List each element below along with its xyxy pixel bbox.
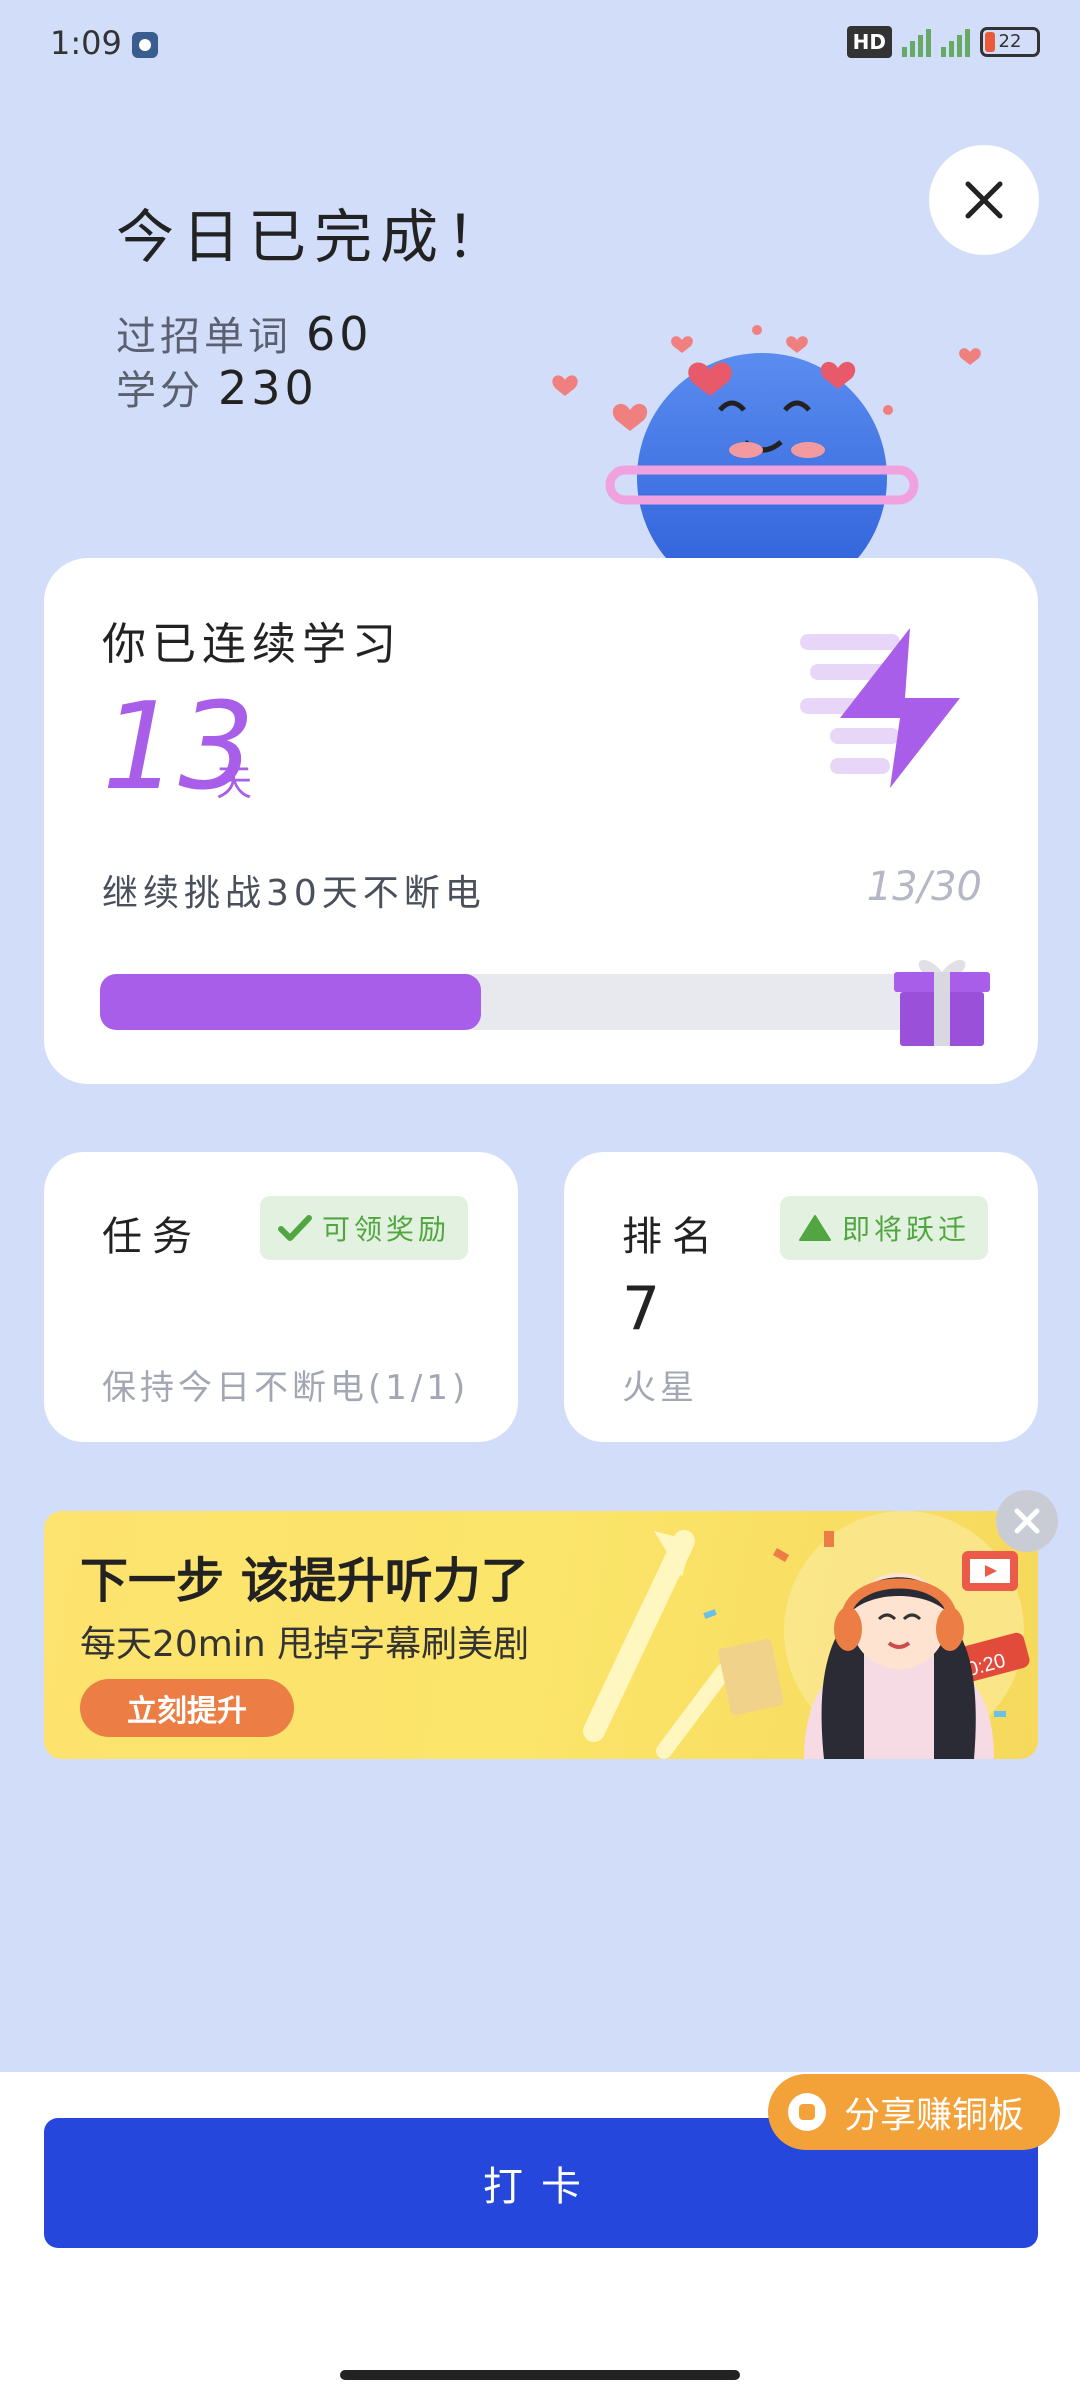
rank-title: 排名 [622, 1214, 722, 1260]
credits-stat: 学分 230 [116, 358, 318, 416]
share-label: 分享赚铜板 [844, 2095, 1025, 2136]
coin-icon [788, 2093, 826, 2131]
rank-value: 7 [622, 1274, 661, 1344]
home-indicator[interactable] [340, 2370, 740, 2380]
gift-icon[interactable] [890, 950, 994, 1050]
app-notification-icon [132, 32, 158, 58]
promo-girl-headphones-illustration: 00:20 [583, 1511, 1030, 1759]
task-card[interactable]: 任务 可领奖励 保持今日不断电(1/1) [44, 1152, 518, 1442]
streak-progress-bar [100, 974, 980, 1030]
words-value: 60 [306, 307, 373, 361]
streak-label: 你已连续学习 [102, 619, 402, 670]
page-title: 今日已完成！ [116, 203, 513, 271]
progress-text: 13/30 [866, 864, 982, 910]
battery-level: 22 [998, 31, 1022, 52]
close-icon [1014, 1508, 1040, 1534]
claim-reward-chip[interactable]: 可领奖励 [260, 1196, 469, 1260]
banner-title: 下一步 该提升听力了 [80, 1553, 529, 1609]
hd-voice-icon: HD [846, 26, 892, 58]
status-time: 1:09 [50, 24, 122, 62]
rank-up-chip: 即将跃迁 [780, 1196, 989, 1260]
rank-up-label: 即将跃迁 [842, 1213, 971, 1246]
credits-value: 230 [218, 361, 318, 415]
rank-subtitle: 火星 [622, 1368, 698, 1408]
words-stat: 过招单词 60 [116, 304, 373, 362]
close-button[interactable] [929, 145, 1039, 255]
challenge-text: 继续挑战30天不断电 [102, 873, 486, 914]
signal-icon-2 [941, 27, 970, 57]
improve-now-button[interactable]: 立刻提升 [80, 1679, 294, 1737]
close-icon [965, 181, 1003, 219]
check-icon [278, 1215, 312, 1241]
banner-close-button[interactable] [996, 1490, 1058, 1552]
battery-icon: 22 [980, 27, 1040, 57]
status-icons: HD 22 [846, 26, 1040, 58]
planet-mascot-illustration [552, 325, 981, 560]
words-label: 过招单词 [116, 314, 292, 360]
listening-promo-banner[interactable]: 00:20 下一步 该提升听力了 每天20min 甩掉字幕刷美剧 立刻提升 [44, 1511, 1038, 1759]
up-triangle-icon [799, 1215, 831, 1241]
streak-progress-fill [100, 974, 482, 1030]
task-subtitle: 保持今日不断电(1/1) [102, 1368, 470, 1408]
credits-label: 学分 [116, 368, 204, 414]
signal-icon [902, 27, 931, 57]
banner-subtitle: 每天20min 甩掉字幕刷美剧 [80, 1624, 530, 1665]
streak-card: 你已连续学习 13 天 继续挑战30天不断电 13/30 [44, 558, 1038, 1084]
lightning-bolt-icon [800, 628, 960, 788]
share-earn-coins-button[interactable]: 分享赚铜板 [768, 2074, 1060, 2150]
claim-reward-label: 可领奖励 [322, 1213, 451, 1246]
streak-unit: 天 [216, 763, 253, 804]
rank-card[interactable]: 排名 即将跃迁 7 火星 [564, 1152, 1038, 1442]
task-title: 任务 [102, 1214, 202, 1260]
